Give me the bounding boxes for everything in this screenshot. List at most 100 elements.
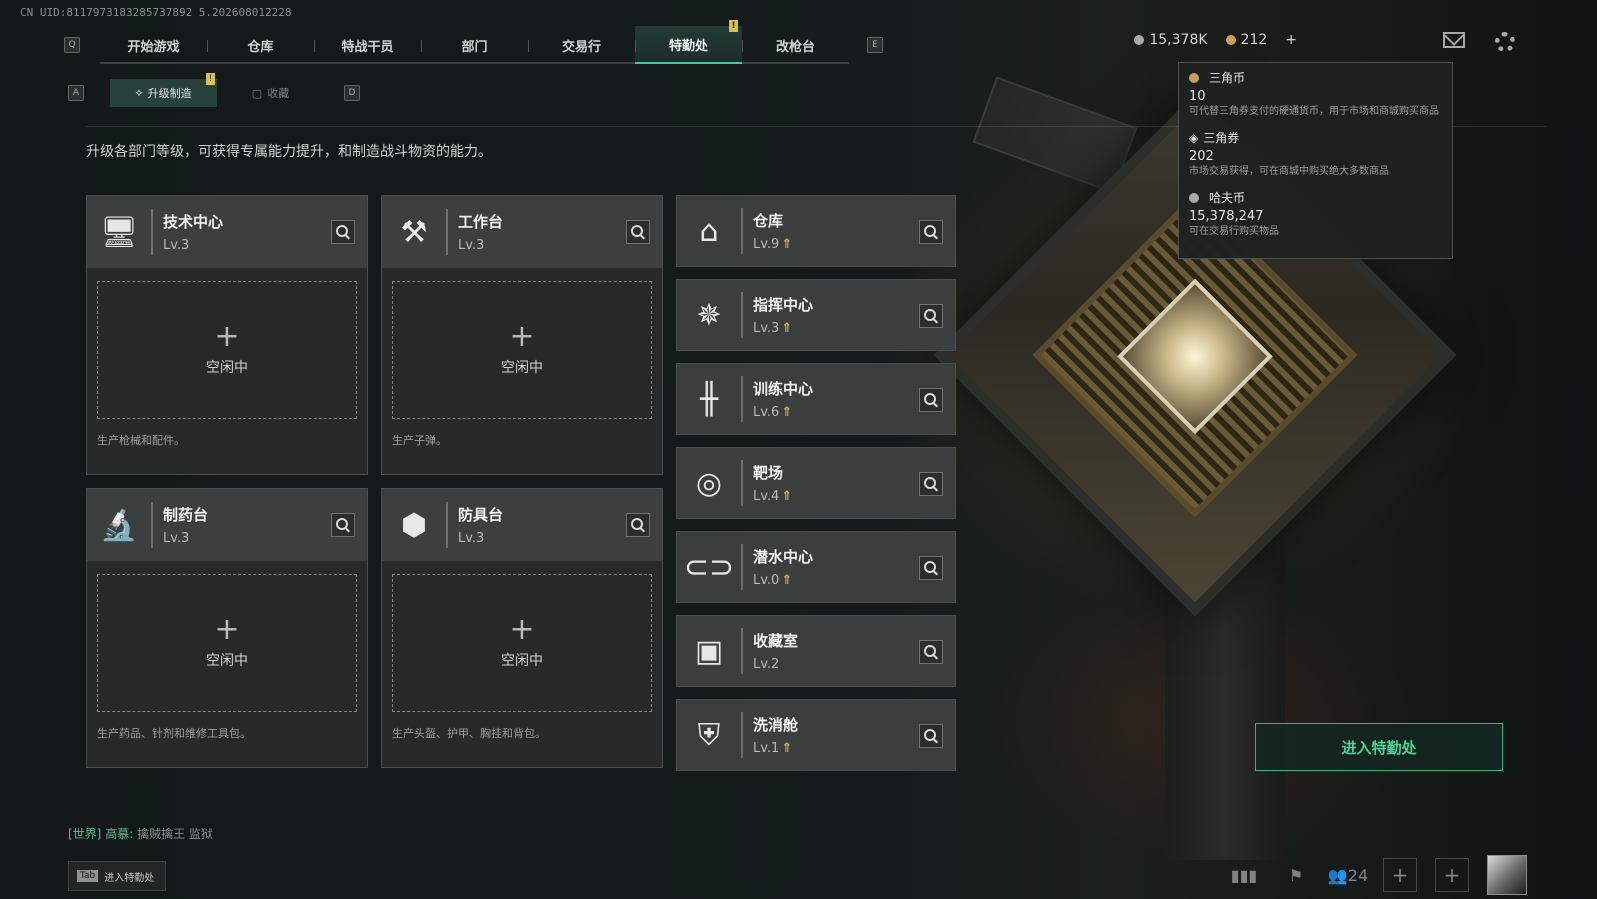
card-note: 生产枪械和配件。: [97, 434, 185, 447]
card-header[interactable]: ⚒ 工作台 Lv.3: [382, 196, 662, 268]
department-card[interactable]: ▣ 收藏室 Lv.2: [676, 615, 956, 687]
department-card[interactable]: ⊂⊃ 潜水中心 Lv.0 ⇑: [676, 531, 956, 603]
idle-slot[interactable]: + 空闲中: [392, 281, 652, 419]
command-icon: ✵: [696, 297, 722, 333]
decon-icon: ⛨: [697, 717, 721, 753]
card-level: Lv.9: [753, 237, 780, 252]
card-level: Lv.3: [458, 238, 485, 253]
notice-mark: !: [206, 73, 215, 85]
friends-button[interactable]: 👥 24: [1327, 858, 1369, 892]
card-note: 生产头盔、护甲、胸挂和背包。: [392, 727, 546, 740]
card-title: 工作台: [458, 213, 504, 231]
plus-icon: +: [509, 612, 535, 647]
target-icon: ◎: [695, 465, 723, 501]
nav-next-key[interactable]: E: [867, 37, 883, 53]
card-title: 训练中心: [753, 380, 814, 398]
page-description: 升级各部门等级，可获得专属能力提升，和制造战斗物资的能力。: [86, 144, 492, 160]
subtab-upgrade-craft[interactable]: ⟡ 升级制造 !: [110, 73, 217, 107]
mail-icon[interactable]: [1443, 32, 1465, 48]
uid-label: CN UID:8117973183285737892 5.20260801222…: [20, 6, 292, 19]
plus-icon: +: [214, 319, 240, 354]
main-nav: Q 开始游戏 仓库 特战干员 部门 交易行 特勤处 ! 改枪台 E: [64, 20, 883, 64]
card-header[interactable]: 🔬 制药台 Lv.3: [87, 489, 367, 561]
production-card: ⚒ 工作台 Lv.3 + 空闲中 生产子弹。: [381, 195, 663, 475]
nav-prev-key[interactable]: Q: [64, 37, 80, 53]
currency-bar: 15,378K 212 +: [1134, 32, 1297, 48]
slot-status: 空闲中: [501, 653, 543, 669]
chat-line[interactable]: [世界] 高慕: 擒贼擒王 监狱: [68, 825, 213, 842]
idle-slot[interactable]: + 空闲中: [97, 574, 357, 712]
tab-gunsmith[interactable]: 改枪台: [742, 26, 849, 64]
tab-special-ops[interactable]: 特勤处 !: [635, 20, 742, 64]
add-currency-button[interactable]: +: [1285, 32, 1297, 48]
department-card[interactable]: ⌂ 仓库 Lv.9 ⇑: [676, 195, 956, 267]
tab-operators[interactable]: 特战干员: [314, 26, 421, 64]
triangle-coin-icon: [1225, 35, 1236, 45]
tab-special-ops-label: 特勤处: [668, 38, 708, 54]
department-card[interactable]: ⛨ 洗消舱 Lv.1 ⇑: [676, 699, 956, 771]
enter-special-ops-button[interactable]: 进入特勤处: [1255, 723, 1503, 771]
card-title: 技术中心: [163, 213, 224, 231]
ticket-icon: ◈: [1189, 130, 1199, 145]
tooltip-item: 哈夫币 15,378,247 可在交易行购买物品: [1189, 191, 1279, 237]
flag-icon[interactable]: ⚑: [1279, 858, 1313, 892]
upgrade-icon: ⇑: [781, 489, 793, 504]
tab-trading[interactable]: 交易行: [528, 26, 635, 64]
add-slot-button[interactable]: +: [1435, 858, 1469, 892]
magnifier-icon[interactable]: [919, 388, 943, 412]
tab-departments[interactable]: 部门: [421, 26, 528, 64]
craft-icon: ⟡: [135, 86, 143, 99]
tab-warehouse[interactable]: 仓库: [207, 26, 314, 64]
stats-icon[interactable]: ▮▮▮: [1227, 858, 1261, 892]
friends-icon: 👥: [1327, 865, 1348, 885]
tooltip-item: 三角币 10 可代替三角券支付的硬通货币，用于市场和商城购买商品: [1189, 71, 1439, 117]
idle-slot[interactable]: + 空闲中: [392, 574, 652, 712]
triangle-coin-icon: [1189, 72, 1199, 83]
department-card[interactable]: ◎ 靶场 Lv.4 ⇑: [676, 447, 956, 519]
magnifier-icon[interactable]: [919, 472, 943, 496]
card-title: 潜水中心: [753, 548, 814, 566]
collection-tab-icon: ▢: [251, 86, 263, 100]
upgrade-icon: ⇑: [781, 321, 793, 336]
card-level: Lv.3: [163, 238, 190, 253]
tab-start-game[interactable]: 开始游戏: [100, 26, 207, 64]
friends-count: 24: [1347, 865, 1369, 885]
card-header[interactable]: ⬢ 防具台 Lv.3: [382, 489, 662, 561]
magnifier-icon[interactable]: [919, 220, 943, 244]
magnifier-icon[interactable]: [331, 513, 355, 537]
add-slot-button[interactable]: +: [1383, 858, 1417, 892]
card-title: 制药台: [163, 506, 209, 524]
card-title: 靶场: [753, 464, 784, 482]
card-level: Lv.2: [753, 657, 780, 672]
production-card: 🔬 制药台 Lv.3 + 空闲中 生产药品、针剂和维修工具包。: [86, 488, 368, 768]
subnav-next-key[interactable]: D: [344, 85, 360, 101]
magnifier-icon[interactable]: [919, 640, 943, 664]
department-card[interactable]: ╫ 训练中心 Lv.6 ⇑: [676, 363, 956, 435]
subnav-prev-key[interactable]: A: [68, 85, 84, 101]
triangle-coin-display[interactable]: 212: [1225, 32, 1267, 48]
tab-key: Tab: [77, 870, 99, 882]
magnifier-icon[interactable]: [331, 220, 355, 244]
magnifier-icon[interactable]: [919, 304, 943, 328]
department-card[interactable]: ✵ 指挥中心 Lv.3 ⇑: [676, 279, 956, 351]
subtab-collection[interactable]: ▢ 收藏: [217, 79, 324, 107]
magnifier-icon[interactable]: [919, 556, 943, 580]
notice-mark: !: [729, 20, 738, 32]
avatar[interactable]: [1487, 855, 1527, 895]
upgrade-icon: ⇑: [781, 573, 793, 588]
magnifier-icon[interactable]: [919, 724, 943, 748]
magnifier-icon[interactable]: [626, 513, 650, 537]
card-header[interactable]: 🖥 技术中心 Lv.3: [87, 196, 367, 268]
warehouse-icon: ⌂: [699, 213, 719, 249]
idle-slot[interactable]: + 空闲中: [97, 281, 357, 419]
plus-icon: +: [509, 319, 535, 354]
magnifier-icon[interactable]: [626, 220, 650, 244]
card-title: 指挥中心: [753, 296, 814, 314]
currency-tooltip: 三角币 10 可代替三角券支付的硬通货币，用于市场和商城购买商品 ◈ 三角券 20…: [1178, 62, 1453, 259]
haf-coin-display[interactable]: 15,378K: [1134, 32, 1208, 48]
card-level: Lv.3: [753, 321, 780, 336]
tab-hint[interactable]: Tab 进入特勤处: [68, 861, 166, 891]
top-icons: [1443, 32, 1515, 52]
collection-icon: ▣: [694, 633, 724, 669]
gear-icon[interactable]: [1495, 32, 1515, 52]
